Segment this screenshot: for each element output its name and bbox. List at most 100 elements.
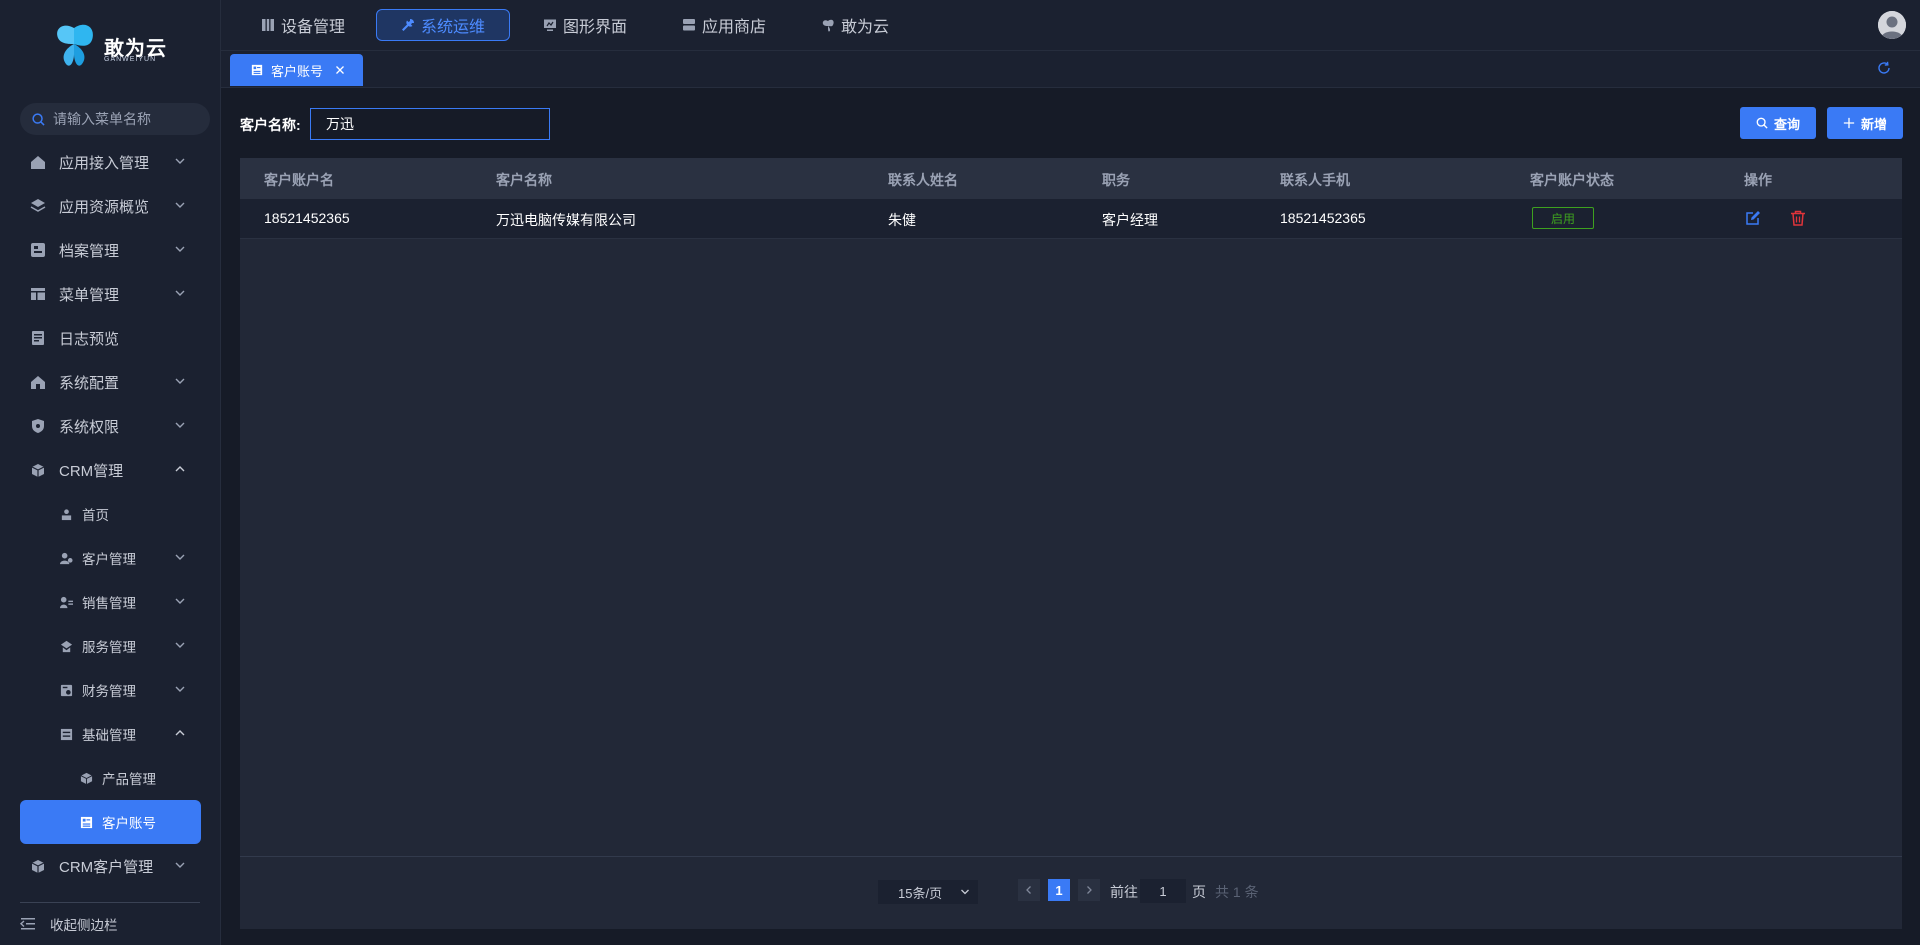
refresh-icon[interactable]: [1877, 61, 1891, 75]
top-navigation: 设备管理 系统运维 图形界面 应用商店 敢为云: [221, 0, 1920, 51]
sidebar-menu: 应用接入管理 应用资源概览 档案管理 菜单管理 日志预览 系统配置 系统权限 C…: [0, 140, 221, 888]
log-icon: [32, 331, 44, 345]
house-icon: [31, 376, 45, 389]
table-footer-divider: [240, 856, 1902, 857]
chevron-left-icon: [1026, 886, 1031, 894]
sales-icon: [60, 596, 73, 608]
sidebar-item-label: 客户管理: [82, 552, 136, 567]
delete-icon[interactable]: [1790, 210, 1806, 226]
topnav-graphic-ui[interactable]: 图形界面: [519, 9, 651, 41]
sidebar-item-menu-manage[interactable]: 菜单管理: [0, 272, 221, 316]
sidebar-item-crm[interactable]: CRM管理: [0, 448, 221, 492]
sidebar-item-system-permission[interactable]: 系统权限: [0, 404, 221, 448]
crm-icon: [31, 464, 45, 477]
chevron-down-icon: [175, 598, 185, 604]
sidebar-item-label: 客户账号: [102, 816, 156, 831]
page-size-value: 15条/页: [898, 885, 943, 901]
sidebar-item-base[interactable]: 基础管理: [0, 712, 221, 756]
sidebar-item-label: 日志预览: [59, 330, 120, 348]
sidebar-item-label: 系统配置: [59, 374, 120, 392]
page-number-current[interactable]: 1: [1048, 879, 1070, 901]
add-label: 新增: [1860, 116, 1887, 132]
sidebar-item-service[interactable]: 服务管理: [0, 624, 221, 668]
customer-icon: [60, 552, 73, 564]
product-icon: [80, 772, 93, 784]
add-button[interactable]: 新增: [1827, 107, 1903, 139]
account-icon: [80, 816, 93, 828]
crm-customer-icon: [31, 860, 45, 873]
sidebar-item-sales[interactable]: 销售管理: [0, 580, 221, 624]
sidebar-item-product[interactable]: 产品管理: [0, 756, 221, 800]
cell-customer: 万迅电脑传媒有限公司: [496, 212, 636, 228]
sidebar-item-finance[interactable]: 财务管理: [0, 668, 221, 712]
archive-icon: [31, 243, 45, 257]
collapse-sidebar-label: 收起侧边栏: [50, 918, 118, 933]
topnav-label: 图形界面: [563, 19, 628, 36]
user-avatar[interactable]: [1878, 11, 1906, 39]
menu-search-input[interactable]: [53, 111, 203, 127]
sidebar-item-label: 销售管理: [82, 596, 136, 611]
customer-name-input[interactable]: [310, 108, 550, 140]
chevron-right-icon: [1087, 886, 1092, 894]
column-header: 操作: [1744, 172, 1772, 188]
total-count: 共 1 条: [1215, 884, 1259, 900]
sidebar-item-label: 应用资源概览: [59, 198, 150, 216]
page-tabs: 客户账号: [221, 51, 1920, 88]
page-size-select[interactable]: 15条/页: [878, 880, 978, 904]
sidebar-item-label: 首页: [82, 508, 109, 523]
brand-logo[interactable]: 敢为云 GANWEIYUN: [52, 22, 172, 72]
column-header: 客户账户状态: [1530, 172, 1614, 188]
topnav-device-manage[interactable]: 设备管理: [237, 9, 369, 41]
home-sub-icon: [61, 508, 72, 520]
sidebar-item-app-resource[interactable]: 应用资源概览: [0, 184, 221, 228]
chevron-down-icon: [175, 422, 185, 428]
chevron-up-icon: [175, 730, 185, 736]
goto-page-input[interactable]: [1140, 879, 1186, 903]
sidebar-item-customer[interactable]: 客户管理: [0, 536, 221, 580]
close-icon[interactable]: [335, 65, 345, 75]
sidebar-item-customer-account[interactable]: 客户账号: [20, 800, 201, 844]
sidebar-item-label: 财务管理: [82, 684, 136, 699]
customer-account-table: 客户账户名 客户名称 联系人姓名 职务 联系人手机 客户账户状态 操作 1852…: [240, 158, 1902, 929]
topnav-ganweiyun[interactable]: 敢为云: [797, 9, 913, 41]
sidebar-item-crm-home[interactable]: 首页: [0, 492, 221, 536]
sidebar-item-system-config[interactable]: 系统配置: [0, 360, 221, 404]
sidebar-item-label: 产品管理: [102, 772, 156, 787]
sidebar-item-app-access[interactable]: 应用接入管理: [0, 140, 221, 184]
butterfly-icon: [822, 19, 834, 32]
customer-name-label: 客户名称:: [240, 117, 301, 133]
sidebar-item-label: 菜单管理: [59, 286, 120, 304]
menu-search[interactable]: [20, 103, 210, 135]
topnav-system-ops[interactable]: 系统运维: [376, 9, 511, 41]
topnav-label: 系统运维: [421, 19, 486, 36]
page-unit-label: 页: [1192, 884, 1206, 900]
tab-customer-account[interactable]: 客户账号: [230, 54, 363, 86]
column-header: 客户账户名: [264, 172, 334, 188]
edit-icon[interactable]: [1745, 210, 1761, 226]
sidebar: 敢为云 GANWEIYUN 应用接入管理 应用资源概览 档案管理 菜单管理: [0, 0, 221, 945]
query-label: 查询: [1773, 116, 1800, 132]
sidebar-item-log-preview[interactable]: 日志预览: [0, 316, 221, 360]
chevron-down-icon: [175, 554, 185, 560]
query-button[interactable]: 查询: [1740, 107, 1816, 139]
sidebar-item-label: 服务管理: [82, 640, 136, 655]
sidebar-item-archive[interactable]: 档案管理: [0, 228, 221, 272]
topnav-label: 敢为云: [841, 19, 890, 36]
prev-page-button[interactable]: [1018, 879, 1040, 901]
base-icon: [60, 728, 73, 740]
chevron-down-icon: [175, 246, 185, 252]
main-content: 客户名称: 查询 新增 客户账户名 客户名称 联系人姓名 职务 联系人手机 客户…: [221, 88, 1920, 945]
next-page-button[interactable]: [1078, 879, 1100, 901]
brand-subtitle: GANWEIYUN: [104, 56, 157, 63]
goto-label: 前往: [1110, 884, 1138, 900]
chevron-down-icon: [175, 686, 185, 692]
collapse-sidebar-button[interactable]: 收起侧边栏: [20, 913, 118, 935]
sidebar-item-crm-customer[interactable]: CRM客户管理: [0, 844, 221, 888]
sidebar-divider: [20, 902, 200, 903]
table-row[interactable]: 18521452365 万迅电脑传媒有限公司 朱健 客户经理 185214523…: [240, 199, 1902, 239]
sidebar-item-label: 基础管理: [82, 728, 136, 743]
sidebar-item-label: CRM客户管理: [59, 858, 154, 876]
user-avatar-icon: [1878, 11, 1906, 39]
finance-icon: [60, 684, 73, 696]
topnav-app-store[interactable]: 应用商店: [658, 9, 790, 41]
